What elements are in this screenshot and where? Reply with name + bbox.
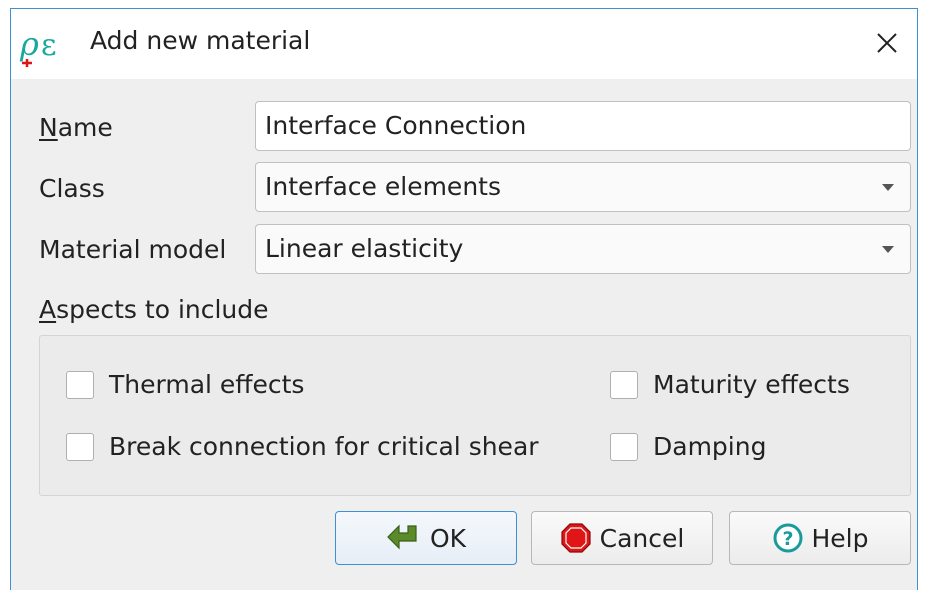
material-model-select-value: Linear elasticity — [265, 234, 464, 263]
red-stop-icon — [561, 523, 591, 553]
svg-text:ρ: ρ — [19, 25, 39, 63]
aspects-label-rest: spects to include — [56, 295, 269, 324]
maturity-effects-checkbox[interactable]: Maturity effects — [610, 370, 850, 399]
aspects-label: Aspects to include — [39, 295, 269, 324]
help-icon: ? — [773, 523, 802, 553]
damping-checkbox[interactable]: Damping — [610, 432, 766, 461]
cancel-label: Cancel — [599, 523, 685, 553]
green-arrow-icon — [387, 524, 417, 550]
aspects-label-accel: A — [39, 295, 57, 324]
close-button[interactable] — [867, 23, 907, 63]
checkbox-label: Break connection for critical shear — [109, 432, 539, 461]
chevron-down-icon — [882, 184, 894, 191]
checkbox-box[interactable] — [610, 432, 638, 461]
title-bar: ρ ε Add new material — [11, 9, 917, 79]
class-label: Class — [39, 174, 105, 203]
chevron-down-icon — [882, 246, 894, 253]
checkbox-box[interactable] — [66, 370, 94, 399]
thermal-effects-checkbox[interactable]: Thermal effects — [66, 370, 304, 399]
checkbox-box[interactable] — [610, 370, 638, 399]
class-select-value: Interface elements — [265, 172, 501, 201]
name-label-accel: N — [39, 113, 58, 142]
material-model-label: Material model — [39, 235, 227, 264]
help-label: Help — [811, 523, 869, 553]
name-input[interactable]: Interface Connection — [255, 101, 911, 151]
window-title: Add new material — [90, 26, 311, 55]
checkbox-box[interactable] — [66, 432, 94, 461]
class-select[interactable]: Interface elements — [255, 162, 911, 212]
checkbox-label: Damping — [653, 432, 767, 461]
ok-button[interactable]: OK — [335, 511, 517, 565]
name-label: Name — [39, 113, 113, 142]
svg-text:ε: ε — [41, 28, 57, 63]
cancel-button[interactable]: Cancel — [531, 511, 713, 565]
add-material-dialog: ρ ε Add new material Name Interface Conn… — [10, 8, 918, 590]
checkbox-label: Thermal effects — [109, 370, 305, 399]
name-label-rest: ame — [57, 113, 113, 142]
aspects-group: Thermal effects Maturity effects Break c… — [39, 335, 911, 496]
ok-label: OK — [429, 523, 467, 553]
oe-logo-icon: ρ ε — [19, 25, 57, 67]
help-button[interactable]: ? Help — [729, 511, 911, 565]
close-icon — [877, 33, 897, 53]
checkbox-label: Maturity effects — [653, 370, 850, 399]
material-model-select[interactable]: Linear elasticity — [255, 224, 911, 274]
break-connection-checkbox[interactable]: Break connection for critical shear — [66, 432, 539, 461]
name-input-value: Interface Connection — [265, 111, 527, 140]
svg-text:?: ? — [782, 528, 793, 550]
